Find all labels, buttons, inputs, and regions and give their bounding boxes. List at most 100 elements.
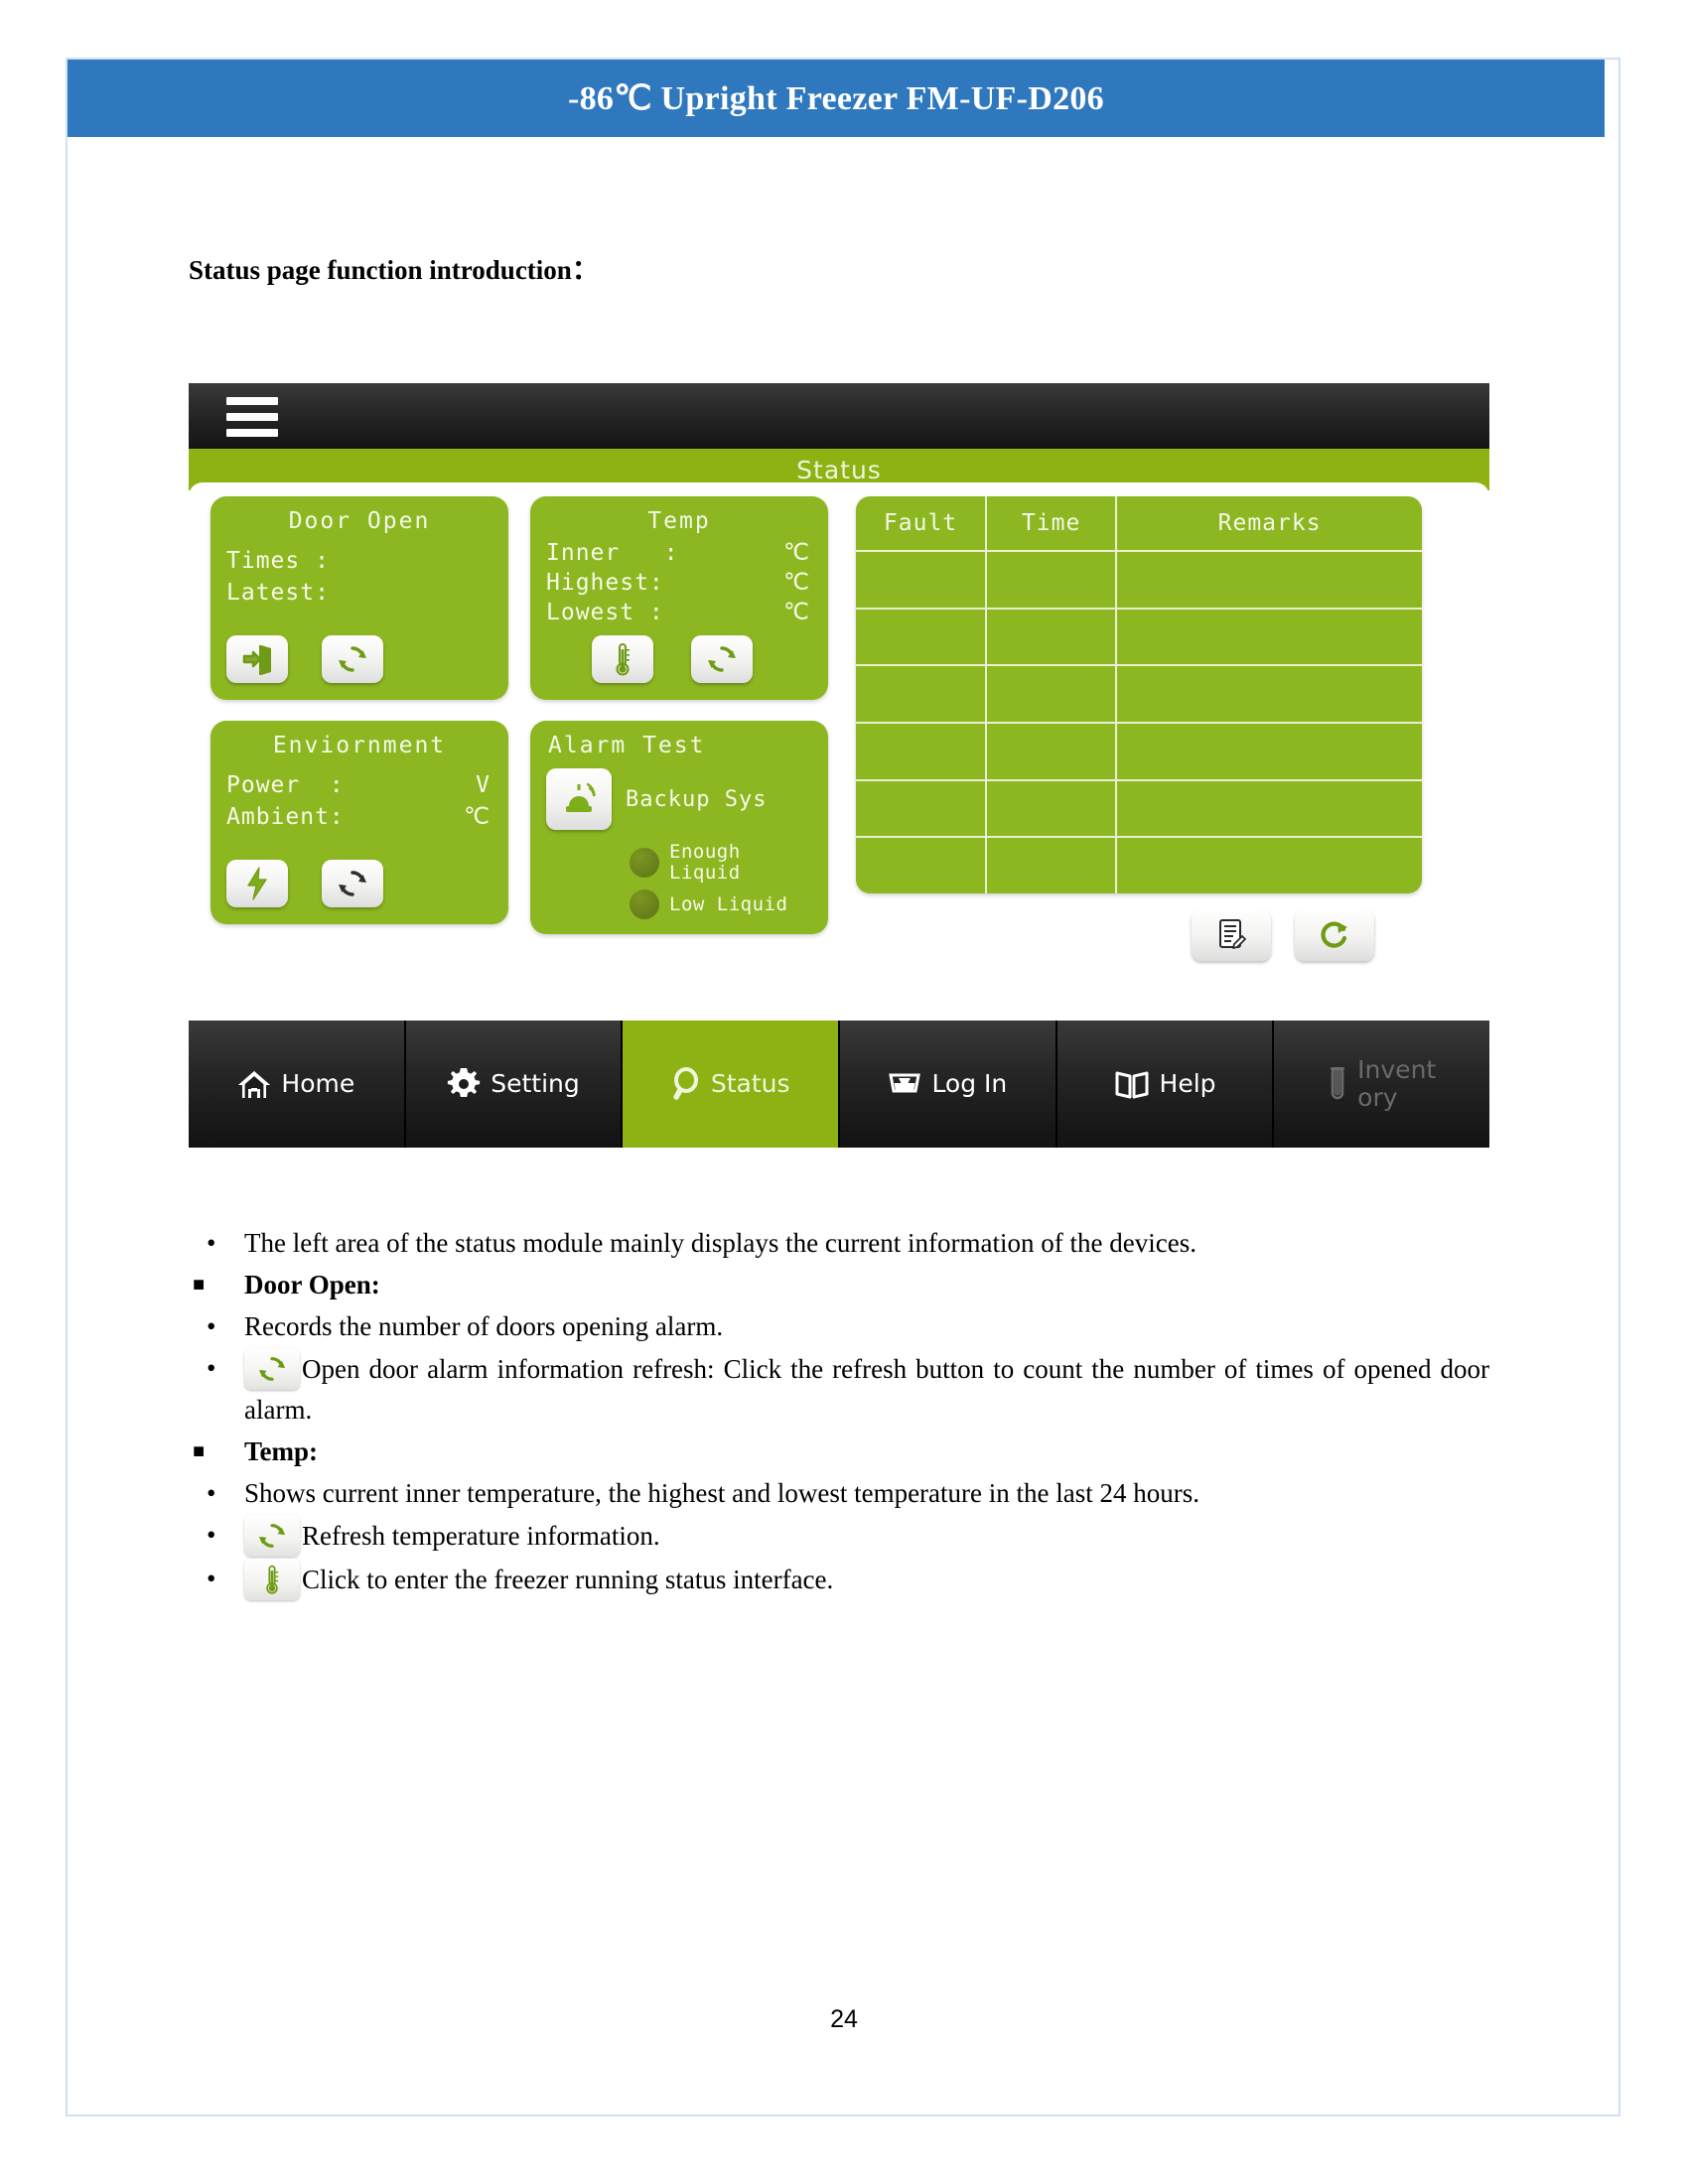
refresh-icon — [339, 646, 366, 672]
indicator-enough-liquid: Enough Liquid — [630, 842, 828, 884]
nav-item-help[interactable]: Help — [1056, 1021, 1275, 1148]
refresh-icon — [339, 871, 366, 896]
content-area: Status page function introduction： — [189, 248, 1489, 297]
list-item-text: Click to enter the freezer running statu… — [244, 1559, 1489, 1600]
hamburger-menu-icon[interactable] — [226, 397, 278, 437]
temp-inner-row: Inner : ℃ — [530, 540, 828, 566]
alarm-siren-button[interactable] — [546, 768, 612, 830]
round-bullet-icon: • — [207, 1520, 216, 1550]
temp-lowest-unit: ℃ — [783, 600, 810, 625]
thermometer-button[interactable] — [592, 635, 653, 683]
nav-item-setting[interactable]: Setting — [405, 1021, 624, 1148]
list-item-text: Temp: — [244, 1432, 1489, 1471]
round-bullet-icon: • — [207, 1478, 216, 1508]
section-heading: Status page function introduction： — [189, 255, 599, 285]
list-item-label: Temp: — [244, 1436, 319, 1466]
nav-item-label: Log In — [931, 1069, 1008, 1098]
table-cell — [1116, 837, 1422, 893]
door-enter-button[interactable] — [226, 635, 288, 683]
table-cell — [986, 551, 1118, 610]
reload-arrow-icon — [1321, 921, 1347, 948]
table-cell — [1116, 779, 1422, 839]
table-row[interactable] — [856, 779, 1422, 839]
edit-record-button[interactable] — [1192, 909, 1271, 961]
bullet-list: • The left area of the status module main… — [189, 1223, 1489, 1602]
list-item: • Records the number of doors opening ala… — [189, 1306, 1489, 1346]
door-refresh-button[interactable] — [322, 635, 383, 683]
list-item-label: Shows current inner temperature, the hig… — [244, 1478, 1199, 1508]
page-number: 24 — [830, 2005, 858, 2033]
led-indicator-icon — [630, 889, 659, 919]
thermometer-icon — [244, 1559, 300, 1600]
fault-table-header-row: Fault Time Remarks — [856, 496, 1422, 552]
indicator-low-liquid-label: Low Liquid — [669, 892, 788, 915]
table-cell — [986, 665, 1118, 725]
list-item-label: Click to enter the freezer running statu… — [302, 1565, 834, 1594]
table-cell — [986, 723, 1118, 781]
list-item-text: The left area of the status module mainl… — [244, 1223, 1489, 1263]
table-row[interactable] — [856, 723, 1422, 781]
table-row[interactable] — [856, 837, 1422, 893]
home-icon — [237, 1068, 271, 1100]
nav-item-status[interactable]: Status — [623, 1021, 841, 1148]
status-bar-title: Status — [796, 455, 882, 484]
list-item-text: Shows current inner temperature, the hig… — [244, 1473, 1489, 1513]
nav-item-label: Home — [281, 1069, 355, 1098]
panel-alarm-test: Alarm Test Backup Sys Enough Liquid Low … — [530, 721, 828, 934]
door-open-times-label: Times : — [226, 548, 330, 574]
temp-highest-unit: ℃ — [783, 570, 810, 596]
temp-highest-label: Highest: — [546, 570, 664, 596]
device-bottom-nav: Home Setting Status Log In Help Invent ory — [189, 1021, 1489, 1148]
temp-inner-label: Inner : — [546, 540, 679, 566]
table-cell — [986, 779, 1118, 839]
gear-icon — [447, 1067, 481, 1101]
reload-button[interactable] — [1295, 909, 1374, 961]
panel-temp-title: Temp — [647, 508, 711, 534]
square-bullet-icon: ■ — [193, 1440, 206, 1462]
nav-item-home[interactable]: Home — [189, 1021, 406, 1148]
alarm-backup-label: Backup Sys — [626, 786, 768, 812]
list-item: • The left area of the status module main… — [189, 1223, 1489, 1263]
magnifier-icon — [671, 1067, 701, 1101]
round-bullet-icon: • — [207, 1311, 216, 1341]
env-ambient-row: Ambient: ℃ — [211, 804, 508, 830]
round-bullet-icon: • — [207, 1564, 216, 1593]
document-header-banner: -86℃ Upright Freezer FM-UF-D206 — [68, 60, 1605, 137]
nav-item-label: Setting — [491, 1069, 580, 1098]
table-cell — [986, 837, 1118, 893]
edit-record-icon — [1219, 919, 1246, 949]
list-item: • Refresh temperature information. — [189, 1515, 1489, 1557]
fault-table-actions — [1192, 909, 1374, 961]
list-item: • Open door alarm information refresh: Cl… — [189, 1348, 1489, 1430]
thermometer-icon — [616, 643, 630, 676]
time-column-header: Time — [986, 496, 1118, 552]
temp-refresh-button[interactable] — [691, 635, 753, 683]
table-cell — [856, 551, 988, 610]
table-row[interactable] — [856, 665, 1422, 725]
inbox-tray-icon — [888, 1069, 921, 1099]
env-power-unit: V — [476, 772, 491, 798]
round-bullet-icon: • — [207, 1228, 216, 1258]
open-book-icon — [1114, 1068, 1150, 1100]
power-test-button[interactable] — [226, 860, 288, 907]
indicator-low-liquid: Low Liquid — [630, 889, 828, 919]
panel-enviornment-title: Enviornment — [272, 733, 447, 758]
temp-highest-row: Highest: ℃ — [530, 570, 828, 596]
panel-enviornment: Enviornment Power : V Ambient: ℃ — [211, 721, 508, 924]
env-power-label: Power : — [226, 772, 345, 798]
nav-item-invent-ory[interactable]: Invent ory — [1274, 1021, 1489, 1148]
table-row[interactable] — [856, 608, 1422, 667]
table-cell — [986, 608, 1118, 667]
list-item-label: Open door alarm information refresh: Cli… — [244, 1354, 1489, 1425]
table-cell — [856, 608, 988, 667]
nav-item-label: Help — [1159, 1069, 1216, 1098]
table-row[interactable] — [856, 551, 1422, 610]
list-item-text: Refresh temperature information. — [244, 1515, 1489, 1557]
round-bullet-icon: • — [207, 1353, 216, 1383]
env-refresh-button[interactable] — [322, 860, 383, 907]
door-open-latest-row: Latest: — [211, 580, 508, 606]
nav-item-log-in[interactable]: Log In — [840, 1021, 1057, 1148]
list-item: • Shows current inner temperature, the hi… — [189, 1473, 1489, 1513]
panel-alarm-test-title: Alarm Test — [548, 733, 706, 758]
table-cell — [856, 723, 988, 781]
